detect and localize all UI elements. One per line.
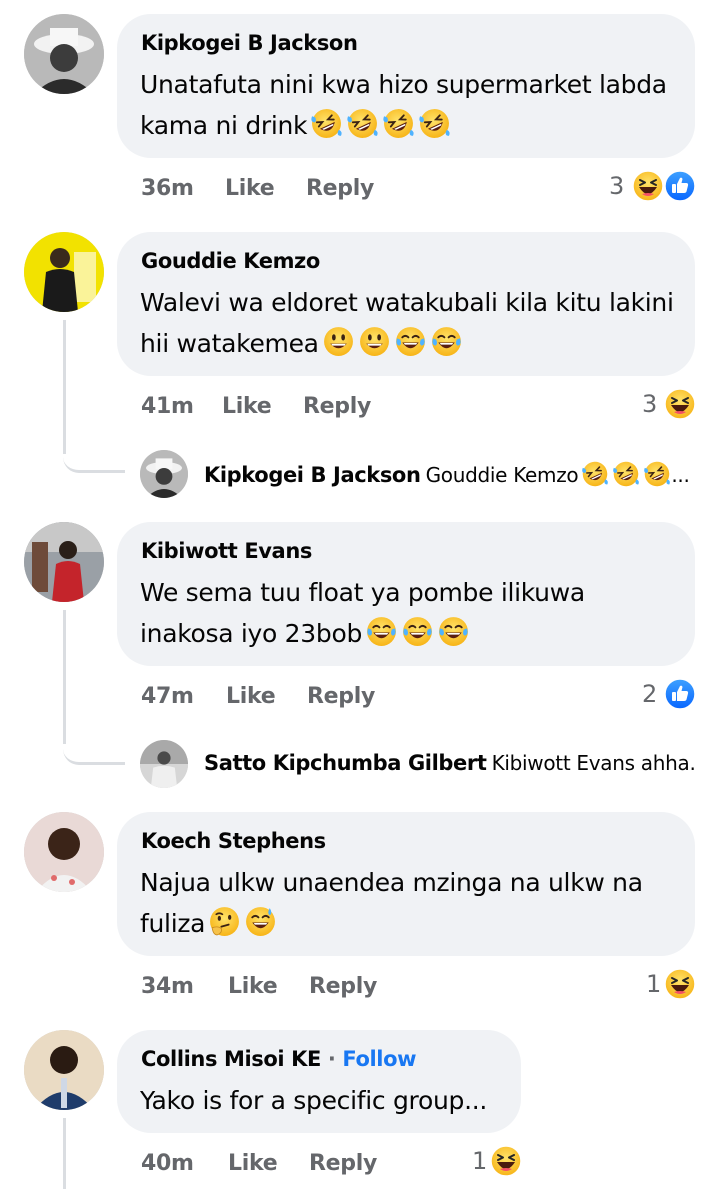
haha-icon[interactable] — [664, 388, 696, 420]
comment-time[interactable]: 41m — [141, 394, 194, 419]
like-button[interactable]: Like — [228, 974, 278, 999]
comment-bubble: Kibiwott Evans We sema tuu float ya pomb… — [117, 522, 695, 666]
like-icon[interactable] — [664, 678, 696, 710]
haha-icon[interactable] — [632, 170, 664, 202]
reply-author[interactable]: Kipkogei B Jackson — [204, 463, 421, 487]
sweat-smile-emoji — [244, 905, 277, 938]
comment-text: Yako is for a specific group... — [140, 1086, 488, 1115]
rofl-emoji — [346, 107, 379, 140]
comment-text: We sema tuu float ya pombe ilikuwa inako… — [140, 578, 585, 648]
reply-preview[interactable]: Satto Kipchumba Gilbert Kibiwott Evans a… — [204, 751, 694, 775]
comment-author[interactable]: Collins Misoi KE — [141, 1047, 321, 1071]
joy-emoji — [401, 615, 434, 648]
reaction-count[interactable]: 1 — [472, 1147, 487, 1175]
reply-button[interactable]: Reply — [306, 176, 374, 201]
reaction-count[interactable]: 2 — [642, 680, 657, 708]
thread-line — [63, 1118, 66, 1189]
like-icon[interactable] — [664, 170, 696, 202]
reaction-count[interactable]: 3 — [642, 390, 657, 418]
reply-preview[interactable]: Kipkogei B Jackson Gouddie Kemzo... — [204, 460, 694, 488]
comment-bubble: Gouddie Kemzo Walevi wa eldoret watakuba… — [117, 232, 695, 376]
like-button[interactable]: Like — [228, 1151, 278, 1176]
reply-button[interactable]: Reply — [303, 394, 371, 419]
avatar[interactable] — [24, 812, 104, 892]
rofl-emoji — [310, 107, 343, 140]
rofl-emoji — [643, 460, 671, 488]
comment-author[interactable]: Gouddie Kemzo — [141, 249, 320, 273]
comment-time[interactable]: 34m — [141, 974, 194, 999]
grinning-emoji — [358, 325, 391, 358]
joy-emoji — [437, 615, 470, 648]
comment-bubble: Koech Stephens Najua ulkw unaendea mzing… — [117, 812, 695, 956]
rofl-emoji — [382, 107, 415, 140]
comment-bubble: Kipkogei B Jackson Unatafuta nini kwa hi… — [117, 14, 695, 158]
avatar[interactable] — [24, 522, 104, 602]
comment-author-row: Collins Misoi KE · Follow — [141, 1047, 417, 1071]
thinking-emoji — [208, 905, 241, 938]
reaction-count[interactable]: 1 — [646, 970, 661, 998]
joy-emoji — [365, 615, 398, 648]
reply-button[interactable]: Reply — [307, 684, 375, 709]
comment-time[interactable]: 40m — [141, 1151, 194, 1176]
reply-button[interactable]: Reply — [309, 1151, 377, 1176]
comment-time[interactable]: 36m — [141, 176, 194, 201]
reply-avatar[interactable] — [140, 740, 188, 788]
avatar[interactable] — [24, 232, 104, 312]
comment-author[interactable]: Kibiwott Evans — [141, 539, 312, 563]
reply-text: Kibiwott Evans ahha... — [491, 751, 694, 775]
reply-author[interactable]: Satto Kipchumba Gilbert — [204, 751, 487, 775]
avatar[interactable] — [24, 14, 104, 94]
rofl-emoji — [612, 460, 640, 488]
thread-connector — [63, 722, 125, 765]
joy-emoji — [430, 325, 463, 358]
separator: · — [327, 1047, 336, 1071]
rofl-emoji — [418, 107, 451, 140]
comment-author[interactable]: Kipkogei B Jackson — [141, 31, 358, 55]
avatar[interactable] — [24, 1030, 104, 1110]
thread-connector — [63, 430, 125, 473]
comment-text: Najua ulkw unaendea mzinga na ulkw na fu… — [140, 868, 643, 938]
like-button[interactable]: Like — [226, 684, 276, 709]
haha-icon[interactable] — [664, 968, 696, 1000]
reply-text: Gouddie Kemzo — [425, 463, 579, 487]
like-button[interactable]: Like — [225, 176, 275, 201]
haha-icon[interactable] — [490, 1145, 522, 1177]
reaction-count[interactable]: 3 — [609, 172, 624, 200]
reply-avatar[interactable] — [140, 450, 188, 498]
follow-button[interactable]: Follow — [342, 1047, 416, 1071]
comment-text: Unatafuta nini kwa hizo supermarket labd… — [140, 64, 680, 146]
rofl-emoji — [581, 460, 609, 488]
comment-author[interactable]: Koech Stephens — [141, 829, 326, 853]
comment-time[interactable]: 47m — [141, 684, 194, 709]
joy-emoji — [394, 325, 427, 358]
comment-bubble: Collins Misoi KE · Follow Yako is for a … — [117, 1030, 521, 1133]
like-button[interactable]: Like — [222, 394, 272, 419]
grinning-emoji — [322, 325, 355, 358]
reply-button[interactable]: Reply — [309, 974, 377, 999]
comment-text: Walevi wa eldoret watakubali kila kitu l… — [140, 288, 674, 358]
